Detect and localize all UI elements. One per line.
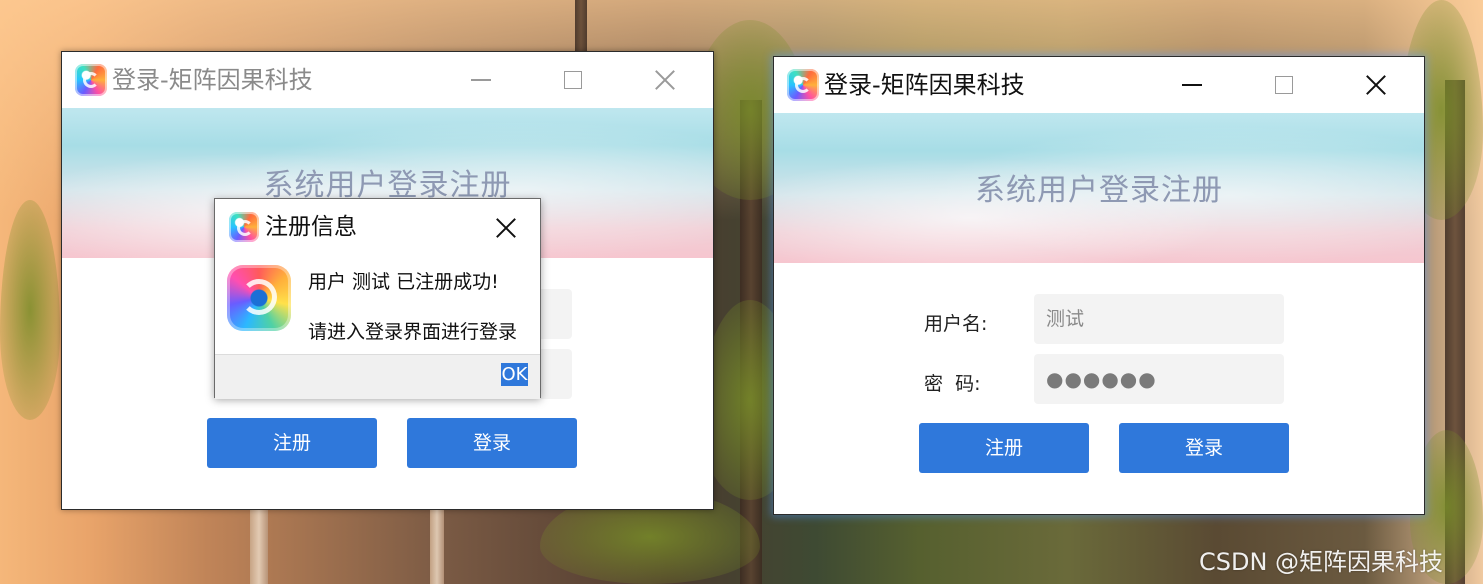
close-icon [654,69,676,91]
password-input[interactable]: ●●●●●● [1034,354,1284,404]
dialog-message-line1: 用户 测试 已注册成功! [308,271,499,293]
watermark: CSDN @矩阵因果科技 [1199,548,1444,576]
app-logo-icon [229,212,259,242]
title-bar[interactable]: 登录-矩阵因果科技 [774,57,1424,113]
minimize-button[interactable] [435,52,527,108]
register-button[interactable]: 注册 [207,418,377,468]
close-icon[interactable] [495,217,517,239]
close-button[interactable] [1330,57,1422,113]
login-button[interactable]: 登录 [1119,423,1289,473]
close-button[interactable] [619,52,711,108]
window-title: 登录-矩阵因果科技 [824,71,1025,99]
maximize-icon [1275,76,1293,94]
dialog-message-line2: 请进入登录界面进行登录 [308,321,518,343]
minimize-button[interactable] [1146,57,1238,113]
dialog-title: 注册信息 [265,214,357,240]
maximize-button[interactable] [527,52,619,108]
username-label: 用户名: [924,313,988,335]
banner: 系统用户登录注册 [774,113,1424,263]
ok-button[interactable]: OK [501,363,528,386]
minimize-icon [1182,84,1202,86]
password-label: 密 码: [924,373,981,395]
close-icon [1365,74,1387,96]
username-input[interactable]: 测试 [1034,294,1284,344]
title-bar[interactable]: 登录-矩阵因果科技 [62,52,713,108]
window-title: 登录-矩阵因果科技 [112,66,313,94]
dialog-footer: OK [215,354,540,399]
app-large-icon [227,265,291,331]
maximize-button[interactable] [1238,57,1330,113]
banner-title: 系统用户登录注册 [975,173,1223,208]
palm-frond [0,200,60,420]
maximize-icon [564,71,582,89]
app-logo-icon [75,64,107,96]
register-info-dialog: 注册信息 用户 测试 已注册成功! 请进入登录界面进行登录 OK [214,198,541,399]
minimize-icon [471,79,491,81]
register-button[interactable]: 注册 [919,423,1089,473]
login-button[interactable]: 登录 [407,418,577,468]
app-logo-icon [787,69,819,101]
login-window-right: 登录-矩阵因果科技 系统用户登录注册 用户名: 测试 密 码: ●●●●●● 注… [773,56,1425,515]
